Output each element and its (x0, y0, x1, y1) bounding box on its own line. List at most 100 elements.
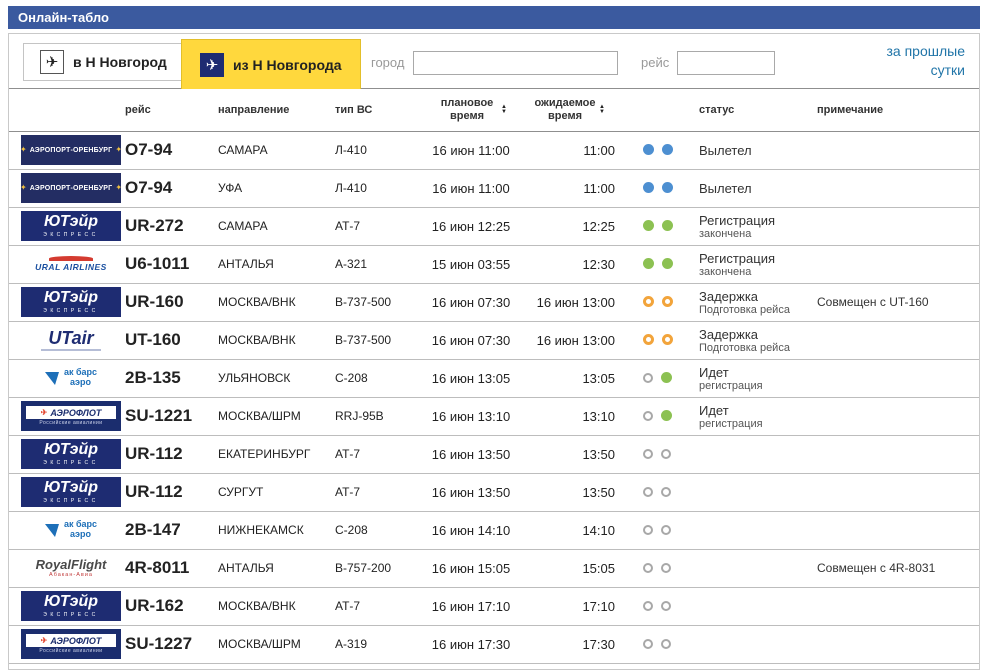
sort-icon: ▲ ▼ (599, 103, 605, 115)
header-expected-time-label: ожидаемое время (534, 96, 596, 122)
airline-logo: ✈ АЭРОФЛОТ Российские авиалинии (21, 629, 121, 659)
status-line2: закончена (699, 227, 752, 240)
status-dot (643, 600, 653, 611)
status-dot (662, 258, 673, 270)
flight-row: UTair UT-160 МОСКВА/ВНК В-737-500 16 июн… (9, 321, 979, 360)
note-text (809, 169, 979, 208)
aircraft-type: А-321 (325, 245, 425, 284)
airline-logo: ✈ АЭРОФЛОТ Российские авиалинии (21, 401, 121, 431)
airline-logo: ЮТэйр ЭКСПРЕСС (21, 287, 121, 317)
status-line1: Регистрация (699, 212, 775, 228)
flight-number: UR-160 (117, 283, 210, 322)
status-dot (643, 410, 653, 421)
sort-icon: ▲ ▼ (501, 103, 507, 115)
flight-number: SU-1221 (117, 397, 210, 436)
planned-time: 15 июн 03:55 (425, 245, 517, 284)
airline-logo: URAL AIRLINES (21, 249, 121, 279)
planned-time: 16 июн 13:50 (425, 473, 517, 512)
flight-filter-label: рейс (641, 55, 670, 70)
planned-time: 16 июн 13:50 (425, 435, 517, 474)
city-filter-label: город (371, 55, 405, 70)
note-text: Совмещен с UT-160 (809, 283, 979, 322)
status-dot (661, 600, 671, 611)
header-aircraft-type: тип ВС (325, 89, 425, 132)
note-text (809, 663, 979, 669)
header-note: примечание (809, 89, 979, 132)
header-expected-time[interactable]: ожидаемое время ▲ ▼ (517, 89, 621, 132)
header-planned-time-label: плановое время (440, 96, 494, 122)
flight-number: SU-1227 (117, 625, 210, 664)
header-planned-time[interactable]: плановое время ▲ ▼ (425, 89, 517, 132)
expected-time: 16 июн 13:00 (517, 321, 621, 360)
destination: АНТАЛЬЯ (210, 245, 325, 284)
page-title: Онлайн-табло (18, 10, 109, 25)
status-dot (643, 562, 653, 573)
flight-number: 2В-135 (117, 359, 210, 398)
status-line1: Задержка (699, 288, 759, 304)
city-filter-input[interactable] (413, 51, 618, 75)
aircraft-type: АТ-7 (325, 473, 425, 512)
note-text (809, 131, 979, 170)
aircraft-type: В-737-500 (325, 283, 425, 322)
expected-time: 16 июн 13:00 (517, 283, 621, 322)
tab-departures-label: из Н Новгорода (233, 56, 342, 73)
status-line1: Вылетел (699, 142, 752, 158)
flight-number: UT-160 (117, 321, 210, 360)
status-dot (643, 638, 653, 649)
aircraft-type: RRJ-95B (325, 397, 425, 436)
airline-logo: ЮТэйр ЭКСПРЕСС (21, 477, 121, 507)
note-text: Совмещен с 4R-8031 (809, 549, 979, 588)
tab-arrivals[interactable]: ✈ в Н Новгород (23, 43, 184, 81)
airline-logo: ак барсаэро (21, 363, 121, 393)
expected-time: 12:30 (517, 245, 621, 284)
flight-row: ЮТэйр ЭКСПРЕСС UR-112 СУРГУТ АТ-7 16 июн … (9, 473, 979, 512)
expected-time: 13:10 (517, 397, 621, 436)
controls-bar: ✈ в Н Новгород ✈ из Н Новгорода город ре… (9, 34, 979, 89)
status-dot (661, 524, 671, 535)
aircraft-type: В-757-200 (325, 549, 425, 588)
status-dot (643, 524, 653, 535)
topbar: Онлайн-табло (8, 6, 980, 29)
destination: НИЖНЕКАМСК (210, 511, 325, 550)
flight-number: UR-162 (117, 587, 210, 626)
status-dot (643, 448, 653, 459)
header-flight: рейс (117, 89, 210, 132)
flight-row: ✦АЭРОПОРТ-ОРЕНБУРГ✦ О7-94 САМАРА Л-410 1… (9, 131, 979, 170)
expected-time: 13:50 (517, 473, 621, 512)
expected-time: 12:25 (517, 207, 621, 246)
planned-time: 16 июн 14:10 (425, 511, 517, 550)
flight-number: UR-272 (117, 207, 210, 246)
aircraft-type: Л-410 (325, 169, 425, 208)
flight-row: ак барсаэро 2В-131 ИЖЕВСК С-208 16 июн 1… (9, 663, 979, 669)
flight-filter-input[interactable] (677, 51, 775, 75)
status-line1: Задержка (699, 326, 759, 342)
planned-time: 16 июн 17:10 (425, 587, 517, 626)
expected-time: 11:00 (517, 131, 621, 170)
flight-number: О7-94 (117, 169, 210, 208)
aircraft-type: С-208 (325, 511, 425, 550)
header-status-dots (621, 89, 691, 132)
flight-number: 2В-131 (117, 663, 210, 669)
tab-arrivals-label: в Н Новгород (73, 54, 167, 70)
planned-time: 16 июн 11:00 (425, 169, 517, 208)
expected-time: 17:10 (517, 587, 621, 626)
destination: МОСКВА/ШРМ (210, 397, 325, 436)
previous-day-link[interactable]: за прошлые сутки (869, 42, 966, 80)
status-line1: Вылетел (699, 180, 752, 196)
airline-logo: ак барсаэро (21, 515, 121, 545)
tab-departures[interactable]: ✈ из Н Новгорода (181, 39, 361, 89)
planned-time: 16 июн 07:30 (425, 321, 517, 360)
aircraft-type: Л-410 (325, 131, 425, 170)
table-header-row: рейс направление тип ВС плановое время ▲ ▼… (9, 89, 979, 132)
status-line1: Идет (699, 364, 729, 380)
destination: УЛЬЯНОВСК (210, 359, 325, 398)
destination: УФА (210, 169, 325, 208)
flight-row: ЮТэйр ЭКСПРЕСС UR-160 МОСКВА/ВНК В-737-50… (9, 283, 979, 322)
airline-logo: RoyalFlight Абакан-Авиа (21, 553, 121, 583)
status-line1: Регистрация (699, 250, 775, 266)
flights-table: рейс направление тип ВС плановое время ▲ ▼… (9, 89, 979, 669)
flight-row: ЮТэйр ЭКСПРЕСС UR-112 ЕКАТЕРИНБУРГ АТ-7 1… (9, 435, 979, 474)
airline-logo: ✦АЭРОПОРТ-ОРЕНБУРГ✦ (21, 135, 121, 165)
planned-time: 16 июн 07:30 (425, 283, 517, 322)
destination: ИЖЕВСК (210, 663, 325, 669)
